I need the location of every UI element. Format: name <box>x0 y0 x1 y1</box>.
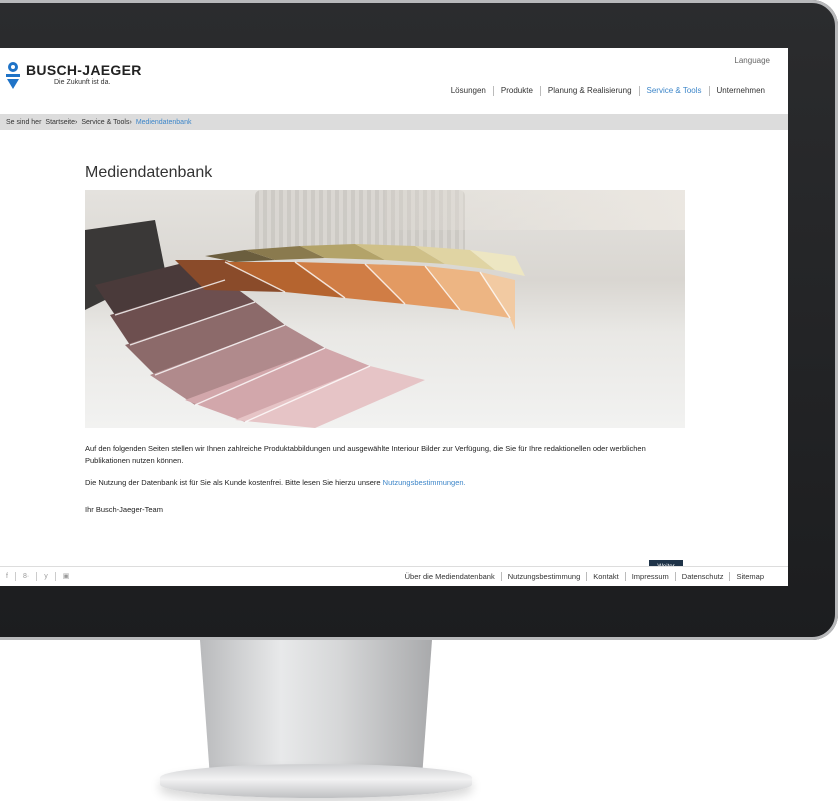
google-plus-icon[interactable]: 8· <box>14 572 36 581</box>
page-title: Mediendatenbank <box>85 164 213 181</box>
usage-text: Die Nutzung der Datenbank ist für Sie al… <box>85 478 383 487</box>
breadcrumb-separator: › <box>75 118 78 126</box>
footer-link-nutzungsbestimmung[interactable]: Nutzungsbestimmung <box>500 572 587 581</box>
footer-link-datenschutz[interactable]: Datenschutz <box>674 572 730 581</box>
breadcrumb-item-current: Mediendatenbank <box>135 118 192 126</box>
footer-link-ueber[interactable]: Über die Mediendatenbank <box>399 572 501 581</box>
footer-link-impressum[interactable]: Impressum <box>624 572 675 581</box>
facebook-icon[interactable]: f <box>6 572 15 581</box>
breadcrumb-prefix: Se sind her <box>6 118 42 126</box>
monitor-stand-base <box>160 764 472 798</box>
nav-item-planung[interactable]: Planung & Realisierung <box>539 86 639 96</box>
signature: Ihr Busch-Jaeger-Team <box>85 505 163 514</box>
nav-item-loesungen[interactable]: Lösungen <box>444 86 493 96</box>
site-footer: f 8· y ▣ Über die Mediendatenbank Nutzun… <box>0 566 788 586</box>
logo-name: BUSCH-JAEGER <box>26 62 142 78</box>
intro-paragraph: Auf den folgenden Seiten stellen wir Ihn… <box>85 444 646 465</box>
color-swatch-fan <box>85 220 525 428</box>
browser-screen: BUSCH-JAEGER Die Zukunft ist da. Languag… <box>0 48 788 586</box>
footer-navigation: Über die Mediendatenbank Nutzungsbestimm… <box>399 572 770 581</box>
logo-tagline: Die Zukunft ist da. <box>54 79 111 86</box>
busch-jaeger-logo[interactable]: BUSCH-JAEGER Die Zukunft ist da. <box>6 62 142 92</box>
logo-mark-icon <box>6 62 20 92</box>
nav-item-produkte[interactable]: Produkte <box>492 86 540 96</box>
main-content: Mediendatenbank Auf den folgenden Seiten… <box>85 130 690 574</box>
language-link[interactable]: Language <box>734 56 770 65</box>
breadcrumb-item-service-tools[interactable]: Service & Tools <box>81 119 129 126</box>
nav-item-service-tools[interactable]: Service & Tools <box>638 86 709 96</box>
site-header: BUSCH-JAEGER Die Zukunft ist da. Languag… <box>0 48 788 114</box>
nutzungsbestimmungen-link[interactable]: Nutzungsbestimmungen. <box>383 478 466 487</box>
footer-link-sitemap[interactable]: Sitemap <box>729 572 770 581</box>
main-navigation: Lösungen Produkte Planung & Realisierung… <box>444 86 772 96</box>
youtube-icon[interactable]: ▣ <box>54 572 77 581</box>
footer-link-kontakt[interactable]: Kontakt <box>586 572 624 581</box>
logo-text: BUSCH-JAEGER Die Zukunft ist da. <box>26 62 142 86</box>
social-links: f 8· y ▣ <box>6 572 76 581</box>
breadcrumb-separator: › <box>129 118 132 126</box>
twitter-icon[interactable]: y <box>36 572 55 581</box>
nav-item-unternehmen[interactable]: Unternehmen <box>708 86 772 96</box>
hero-image-color-fan <box>85 190 685 428</box>
breadcrumb: Se sind her Startseite › Service & Tools… <box>0 114 788 130</box>
usage-paragraph: Die Nutzung der Datenbank ist für Sie al… <box>85 478 690 487</box>
monitor-stand-neck <box>200 640 432 768</box>
breadcrumb-item-startseite[interactable]: Startseite <box>45 119 75 126</box>
